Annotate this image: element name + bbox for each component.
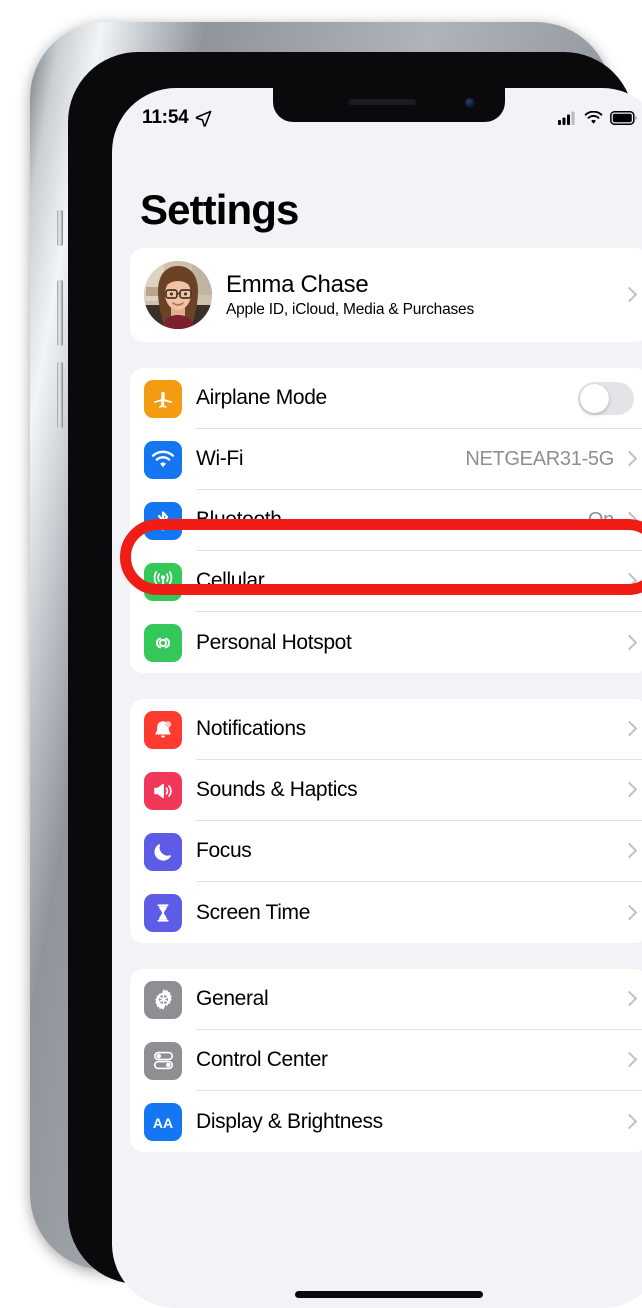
- row-label: Control Center: [196, 1048, 328, 1071]
- wifi-icon: [584, 111, 603, 125]
- settings-row-airplane-mode[interactable]: Airplane Mode: [130, 368, 642, 429]
- wifi-icon: [144, 440, 182, 479]
- row-label: Screen Time: [196, 900, 311, 924]
- silent-switch-button[interactable]: [57, 210, 63, 246]
- settings-row-cellular[interactable]: Cellular: [130, 551, 642, 612]
- device-bezel: 11:54 Settings Emma Chase Apple ID, iClo…: [68, 52, 642, 1308]
- settings-row-body: Sounds & Haptics: [196, 760, 642, 821]
- moon-icon: [144, 832, 182, 871]
- chevron-right-icon: [624, 634, 634, 651]
- gear-icon: [144, 980, 182, 1019]
- location-arrow-icon: [195, 110, 212, 127]
- settings-row-body: Screen Time: [196, 882, 642, 943]
- speaker-grille: [348, 99, 417, 105]
- home-indicator[interactable]: [295, 1291, 483, 1298]
- apple-id-subtitle: Apple ID, iCloud, Media & Purchases: [226, 301, 475, 319]
- battery-icon: [610, 111, 638, 125]
- row-label: Airplane Mode: [196, 386, 327, 409]
- iphone-device-frame: 11:54 Settings Emma Chase Apple ID, iClo…: [30, 22, 642, 1308]
- cellular-signal-icon: [558, 111, 577, 125]
- settings-row-notifications[interactable]: Notifications: [130, 699, 642, 760]
- airplane-mode-toggle[interactable]: [578, 381, 634, 415]
- settings-row-body: Bluetooth On: [196, 490, 642, 551]
- front-camera-icon: [465, 98, 475, 108]
- settings-row-body: Display & Brightness: [196, 1091, 642, 1152]
- row-label: General: [196, 987, 269, 1010]
- notch: [273, 88, 505, 122]
- settings-row-sounds-haptics[interactable]: Sounds & Haptics: [130, 760, 642, 821]
- page-title: Settings: [140, 186, 299, 233]
- settings-row-wifi[interactable]: Wi-Fi NETGEAR31-5G: [130, 429, 642, 490]
- airplane-icon: [144, 379, 182, 418]
- chevron-right-icon: [624, 512, 634, 529]
- row-label: Notifications: [196, 717, 306, 740]
- settings-row-general[interactable]: General: [130, 969, 642, 1030]
- chevron-right-icon: [624, 991, 634, 1008]
- chevron-right-icon: [624, 721, 634, 738]
- chevron-right-icon: [624, 451, 634, 468]
- settings-row-display-brightness[interactable]: AA Display & Brightness: [130, 1091, 642, 1152]
- wifi-network-value: NETGEAR31-5G: [465, 447, 614, 470]
- settings-group-connectivity: Airplane Mode Wi-Fi NETGEAR31-5G Bluetoo…: [130, 368, 642, 673]
- status-bar-left: 11:54: [142, 107, 212, 129]
- chevron-right-icon: [624, 904, 634, 921]
- settings-row-body: Personal Hotspot: [196, 612, 642, 673]
- apple-id-name: Emma Chase: [226, 270, 369, 298]
- cellular-icon: [144, 562, 182, 601]
- toggle-knob: [580, 383, 609, 413]
- settings-row-body: Wi-Fi NETGEAR31-5G: [196, 429, 642, 490]
- settings-row-body: Notifications: [196, 699, 642, 760]
- chevron-right-icon: [624, 1052, 634, 1069]
- row-label: Bluetooth: [196, 508, 282, 531]
- svg-text:AA: AA: [153, 1115, 173, 1131]
- settings-row-body: Focus: [196, 821, 642, 882]
- speaker-icon: [144, 771, 182, 810]
- volume-down-button[interactable]: [57, 362, 63, 428]
- settings-row-bluetooth[interactable]: Bluetooth On: [130, 490, 642, 551]
- bluetooth-state-value: On: [587, 508, 614, 531]
- hotspot-icon: [144, 623, 182, 662]
- bluetooth-icon: [144, 501, 182, 540]
- settings-row-focus[interactable]: Focus: [130, 821, 642, 882]
- settings-row-body: Control Center: [196, 1030, 642, 1091]
- status-bar-right: [558, 111, 638, 125]
- settings-group-alerts: Notifications Sounds & Haptics Focus Scr…: [130, 699, 642, 943]
- settings-row-screen-time[interactable]: Screen Time: [130, 882, 642, 943]
- row-label: Display & Brightness: [196, 1109, 383, 1133]
- row-label: Focus: [196, 839, 252, 862]
- status-time: 11:54: [142, 107, 189, 128]
- chevron-right-icon: [624, 287, 634, 304]
- settings-row-control-center[interactable]: Control Center: [130, 1030, 642, 1091]
- chevron-right-icon: [624, 843, 634, 860]
- avatar: [144, 261, 212, 329]
- hourglass-icon: [144, 893, 182, 932]
- chevron-right-icon: [624, 573, 634, 590]
- apple-id-text: Emma Chase Apple ID, iCloud, Media & Pur…: [226, 271, 610, 320]
- volume-up-button[interactable]: [57, 280, 63, 346]
- row-label: Cellular: [196, 569, 265, 592]
- notification-bell-icon: [144, 710, 182, 749]
- settings-row-personal-hotspot[interactable]: Personal Hotspot: [130, 612, 642, 673]
- chevron-right-icon: [624, 782, 634, 799]
- apple-id-row[interactable]: Emma Chase Apple ID, iCloud, Media & Pur…: [130, 248, 642, 342]
- row-label: Wi-Fi: [196, 447, 244, 470]
- display-aa-icon: AA: [144, 1102, 182, 1141]
- settings-row-body: General: [196, 969, 642, 1030]
- row-label: Sounds & Haptics: [196, 778, 358, 801]
- phone-screen: 11:54 Settings Emma Chase Apple ID, iClo…: [112, 88, 642, 1308]
- control-center-icon: [144, 1041, 182, 1080]
- row-label: Personal Hotspot: [196, 630, 352, 654]
- settings-scroll-view[interactable]: Settings Emma Chase Apple ID, iCloud, Me…: [112, 136, 642, 1308]
- settings-row-body: Airplane Mode: [196, 368, 642, 429]
- settings-row-body: Cellular: [196, 551, 642, 612]
- settings-group-system: General Control Center AA Display & Brig…: [130, 969, 642, 1152]
- apple-id-group: Emma Chase Apple ID, iCloud, Media & Pur…: [130, 248, 642, 342]
- chevron-right-icon: [624, 1113, 634, 1130]
